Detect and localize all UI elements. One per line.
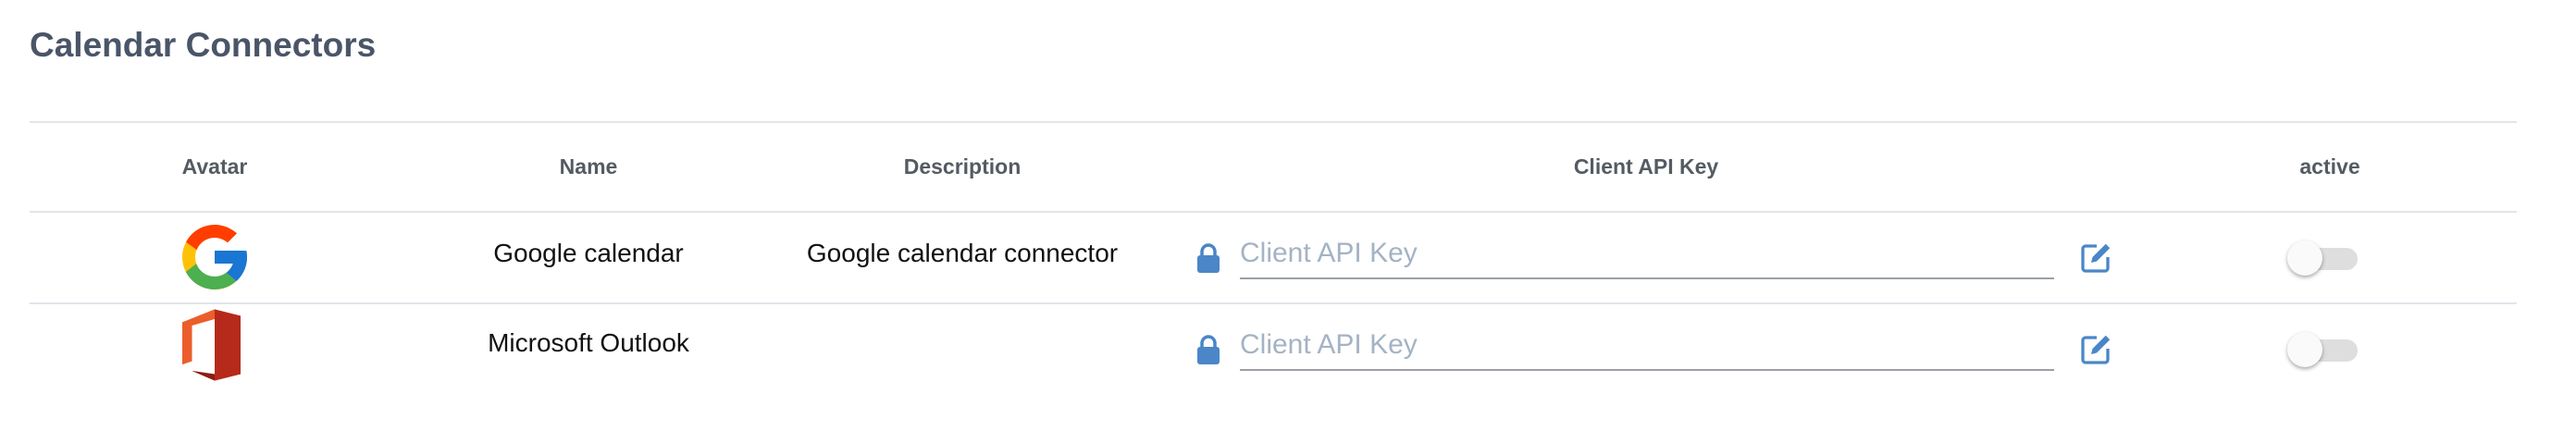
client-api-key-input[interactable] [1240, 229, 2054, 279]
active-toggle[interactable] [2287, 239, 2358, 276]
edit-icon[interactable] [2080, 332, 2113, 365]
connector-description: Google calendar connector [806, 239, 1119, 267]
connector-name: Google calendar [493, 239, 684, 267]
active-toggle[interactable] [2287, 330, 2358, 367]
edit-icon[interactable] [2080, 240, 2113, 274]
column-header-name: Name [559, 154, 618, 179]
microsoft-office-logo-icon [182, 309, 241, 381]
table-row: Google calendar Google calendar connecto… [30, 213, 2517, 303]
toggle-knob [2287, 332, 2322, 367]
connector-name: Microsoft Outlook [488, 328, 689, 357]
lock-icon [1197, 335, 1220, 364]
client-api-key-input[interactable] [1240, 321, 2054, 371]
google-logo-icon [182, 225, 247, 289]
column-header-client-api-key: Client API Key [1573, 154, 1719, 179]
table-row: Microsoft Outlook [30, 304, 2517, 395]
lock-icon [1197, 243, 1220, 273]
page-title: Calendar Connectors [30, 26, 377, 64]
column-header-description: Description [903, 154, 1022, 179]
column-header-active: active [2299, 154, 2360, 179]
calendar-connectors-page: Calendar Connectors Avatar Name Descript… [0, 0, 2576, 431]
table-header-row: Avatar Name Description Client API Key a… [30, 121, 2517, 212]
toggle-knob [2287, 240, 2322, 276]
column-header-avatar: Avatar [181, 154, 248, 179]
